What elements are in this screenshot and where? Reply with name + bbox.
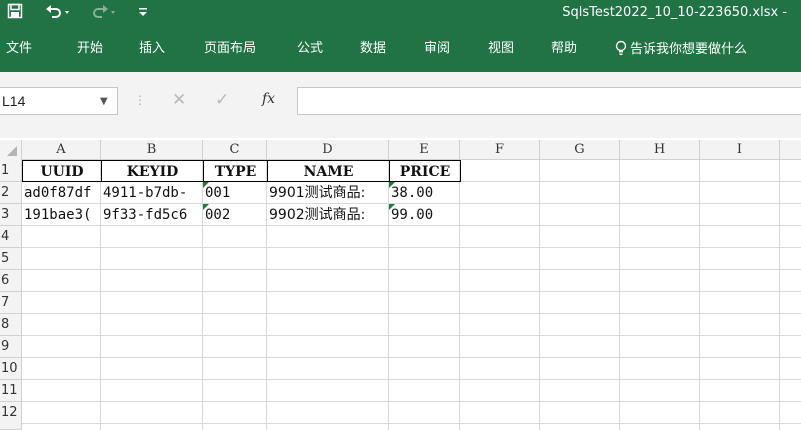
grid-column-line: [779, 160, 780, 430]
column-header-e[interactable]: E: [389, 140, 460, 160]
grid-column-line: [699, 160, 700, 430]
grid-row-line: [22, 423, 801, 424]
title-bar: SqlsTest2022_10_10-223650.xlsx -: [0, 0, 801, 26]
insert-function-button[interactable]: fx: [262, 91, 275, 107]
grid-row-line: [22, 401, 801, 402]
error-indicator-icon: [389, 204, 395, 210]
row-header-1[interactable]: 1: [0, 160, 22, 182]
tab-insert[interactable]: 插入: [139, 40, 165, 58]
grid-row-line: [22, 335, 801, 336]
row-header-3[interactable]: 3: [0, 204, 22, 226]
cell-e2-value: 38.00: [391, 185, 434, 201]
column-header-h[interactable]: H: [620, 140, 700, 160]
cell-d3[interactable]: 9902测试商品:: [267, 204, 389, 226]
tell-me-search[interactable]: 告诉我你想要做什么: [615, 40, 747, 59]
column-header-a[interactable]: A: [22, 140, 101, 160]
tab-page-layout[interactable]: 页面布局: [204, 40, 256, 58]
cell-b3[interactable]: 9f33-fd5c6: [101, 204, 203, 226]
cell-c2[interactable]: 001: [203, 182, 267, 204]
name-box[interactable]: L14 ▼: [0, 87, 118, 115]
column-header-f[interactable]: F: [460, 140, 540, 160]
cell-b1[interactable]: KEYID: [101, 160, 204, 182]
column-header-c[interactable]: C: [203, 140, 267, 160]
row-header-4[interactable]: 4: [0, 226, 22, 248]
row-header-6[interactable]: 6: [0, 270, 22, 292]
formula-input[interactable]: [297, 87, 801, 115]
cell-c1[interactable]: TYPE: [203, 160, 268, 182]
column-header-d[interactable]: D: [267, 140, 389, 160]
tab-formulas[interactable]: 公式: [297, 40, 323, 58]
cell-b2[interactable]: 4911-b7db-: [101, 182, 203, 204]
error-indicator-icon: [203, 182, 209, 188]
column-header-b[interactable]: B: [101, 140, 203, 160]
cell-e3-value: 99.00: [391, 207, 434, 223]
row-header-11[interactable]: 11: [0, 380, 22, 402]
cell-e3[interactable]: 99.00: [389, 204, 460, 226]
tab-help[interactable]: 帮助: [551, 40, 577, 58]
grid-row-line: [22, 247, 801, 248]
formula-bar-area: L14 ▼ ⋮ ✕ ✓ fx: [0, 72, 801, 138]
cell-d1[interactable]: NAME: [267, 160, 390, 182]
tab-view[interactable]: 视图: [488, 40, 514, 58]
window-title: SqlsTest2022_10_10-223650.xlsx -: [562, 5, 787, 20]
row-header-5[interactable]: 5: [0, 248, 22, 270]
cancel-icon[interactable]: ✕: [172, 90, 186, 110]
row-header-10[interactable]: 10: [0, 358, 22, 380]
grid-row-line: [22, 313, 801, 314]
grid-column-line: [619, 160, 620, 430]
cell-d2[interactable]: 9901测试商品:: [267, 182, 389, 204]
row-header-12[interactable]: 12: [0, 402, 22, 430]
row-header-9[interactable]: 9: [0, 336, 22, 358]
tell-me-label: 告诉我你想要做什么: [630, 42, 748, 57]
tab-review[interactable]: 审阅: [424, 40, 450, 58]
cell-a1[interactable]: UUID: [22, 160, 102, 182]
column-header-row: A B C D E F G H I: [0, 140, 801, 160]
ribbon: 文件 开始 插入 页面布局 公式 数据 审阅 视图 帮助 告诉我你想要做什么: [0, 26, 801, 72]
redo-icon[interactable]: [90, 3, 118, 23]
cell-e2[interactable]: 38.00: [389, 182, 460, 204]
grid-row-line: [22, 357, 801, 358]
grid-row-line: [22, 291, 801, 292]
row-header-2[interactable]: 2: [0, 182, 22, 204]
column-header-i[interactable]: I: [700, 140, 780, 160]
column-header-g[interactable]: G: [540, 140, 620, 160]
grid-column-line: [539, 160, 540, 430]
customize-qat-icon[interactable]: [136, 3, 150, 23]
enter-icon[interactable]: ✓: [215, 90, 229, 110]
select-all-corner[interactable]: [0, 140, 22, 160]
select-all-icon: [7, 146, 17, 156]
tab-home[interactable]: 开始: [77, 40, 103, 58]
row-header-7[interactable]: 7: [0, 292, 22, 314]
cell-a2[interactable]: ad0f87df: [22, 182, 101, 204]
error-indicator-icon: [203, 204, 209, 210]
grid-row-line: [22, 269, 801, 270]
cell-grid[interactable]: UUID KEYID TYPE NAME PRICE ad0f87df 4911…: [22, 160, 801, 430]
name-box-value: L14: [2, 93, 26, 109]
row-header-8[interactable]: 8: [0, 314, 22, 336]
cell-a3[interactable]: 191bae3(: [22, 204, 101, 226]
undo-icon[interactable]: [44, 3, 72, 23]
tab-file[interactable]: 文件: [6, 40, 32, 58]
resize-handle-icon[interactable]: ⋮: [134, 93, 146, 107]
grid-row-line: [22, 379, 801, 380]
lightbulb-icon: [615, 40, 627, 55]
save-icon[interactable]: [4, 3, 26, 23]
cell-e1[interactable]: PRICE: [389, 160, 461, 182]
error-indicator-icon: [389, 182, 395, 188]
chevron-down-icon[interactable]: ▼: [100, 96, 108, 107]
tab-data[interactable]: 数据: [360, 40, 386, 58]
cell-c3[interactable]: 002: [203, 204, 267, 226]
